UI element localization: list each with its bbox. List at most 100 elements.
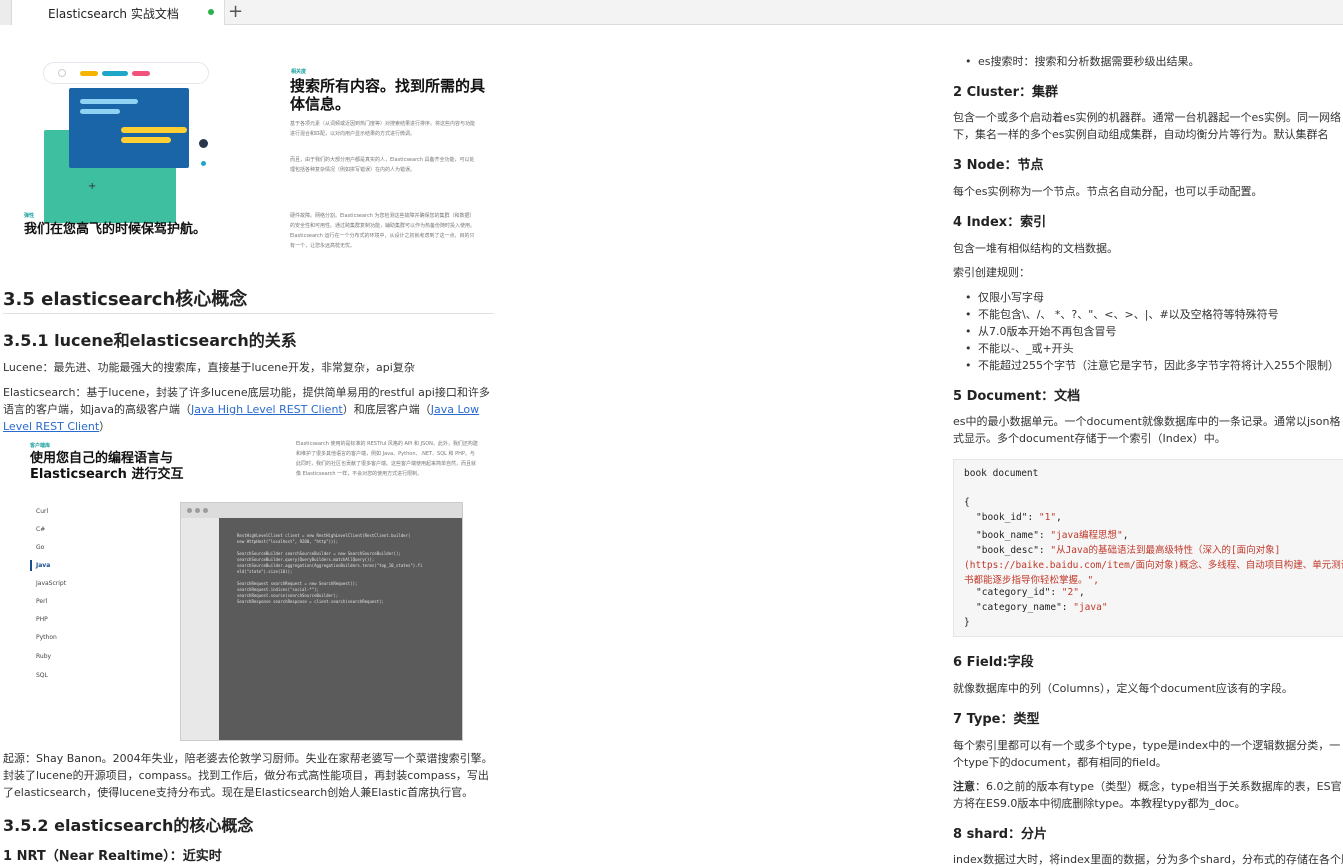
graphic-line: [80, 109, 120, 114]
tab-stub[interactable]: [0, 0, 12, 25]
language-item[interactable]: JavaScript: [36, 580, 66, 587]
para-cluster: 包含一个或多个启动着es实例的机器群。通常一台机器起一个es实例。同一网络下，集…: [953, 111, 1341, 141]
resilience-eyebrow: 弹性: [24, 213, 35, 219]
bullet-item: 不能超过255个字节（注意它是字节，因此多字节字符将计入255个限制）: [965, 358, 1339, 374]
illus-para-3: 硬件故障。网络分割。Elasticsearch 为您检测这些故障并确保您的集群（…: [290, 213, 476, 249]
bullet-item: 不能包含\、/、 *、?、"、<、>、|、#以及空格符等特殊符号: [965, 307, 1279, 323]
para-elasticsearch: Elasticsearch：基于lucene，封装了许多lucene底层功能，提…: [3, 384, 493, 435]
language-item[interactable]: SQL: [36, 672, 48, 679]
code-key: "book_desc":: [976, 545, 1051, 556]
code-key: "book_name":: [976, 530, 1051, 541]
heading-rule: [3, 313, 494, 314]
heading-index: 4 Index：索引: [953, 215, 1047, 230]
graphic-bar: [102, 71, 128, 76]
language-item[interactable]: Perl: [36, 598, 47, 605]
code-key: "category_id":: [976, 587, 1062, 598]
bullet-item: 不能以-、_或+开头: [965, 341, 1074, 357]
unsaved-dot-icon: [208, 9, 214, 15]
active-language-marker: [30, 560, 32, 571]
language-item[interactable]: PHP: [36, 616, 48, 623]
note-text: ：6.0之前的版本有type（类型）概念，type相当于关系数据库的表，ES官方…: [953, 780, 1342, 810]
para-lucene: Lucene：最先进、功能最强大的搜索库，直接基于lucene开发，非常复杂，a…: [3, 361, 415, 374]
tab-title: Elasticsearch 实战文档: [48, 7, 179, 21]
illus-title-search: 搜索所有内容。找到所需的具体信息。: [290, 77, 486, 113]
code-key: "category_name":: [976, 602, 1074, 613]
heading-nrt: 1 NRT（Near Realtime）：近实时: [3, 849, 222, 864]
code-string: "2": [1061, 587, 1079, 598]
para-text: ）: [99, 420, 111, 433]
note-label: 注意: [953, 780, 975, 793]
para-shard: index数据过大时，将index里面的数据，分为多个shard，分布式的存储在…: [953, 853, 1343, 866]
code-line: searchSourceBuilder.aggregation(Aggregat…: [237, 563, 423, 568]
graphic-bar: [132, 71, 150, 76]
search-circle-graphic: [58, 69, 66, 77]
code-key: "book_id":: [976, 512, 1039, 523]
heading-3-5-2: 3.5.2 elasticsearch的核心概念: [3, 816, 254, 835]
graphic-line: [121, 127, 187, 133]
code-string: (https://baike.baidu.com/item/面向对象)概念、多线…: [964, 560, 1343, 571]
code-window: RestHighLevelClient client = new RestHig…: [181, 503, 462, 740]
bullet-item: 仅限小写字母: [965, 290, 1044, 306]
code-line: eld("state").size(10));: [237, 569, 293, 574]
para-field: 就像数据库中的列（Columns），定义每个document应该有的字段。: [953, 682, 1293, 695]
graphic-dot: [199, 139, 208, 148]
illus-title-resilience: 我们在您高飞的时候保驾护航。: [24, 222, 207, 237]
code-line: SearchSourceBuilder searchSourceBuilder …: [237, 551, 401, 556]
para-document: es中的最小数据单元。一个document就像数据库中的一条记录。通常以json…: [953, 415, 1341, 445]
para-index-rules: 索引创建规则：: [953, 266, 1030, 279]
code-line: searchRequest.source(searchSourceBuilder…: [237, 593, 339, 598]
window-dot-icon: [195, 508, 200, 513]
heading-type: 7 Type：类型: [953, 712, 1040, 727]
code-string: "1": [1038, 512, 1057, 523]
heading-document: 5 Document：文档: [953, 389, 1081, 404]
code-line: "book_desc": "从Java的基础语法到最高级特性（深入的[面向对象]: [976, 542, 1280, 556]
code-line: "category_name": "java": [976, 602, 1108, 613]
code-line: searchRequest.indices("social-*");: [237, 587, 319, 592]
para-text: ）和底层客户端（: [342, 403, 431, 416]
heading-3-5-1: 3.5.1 lucene和elasticsearch的关系: [3, 331, 297, 350]
graphic-line: [121, 137, 171, 143]
language-item-active[interactable]: Java: [36, 562, 50, 569]
code-brace-close: }: [964, 617, 970, 628]
code-string: "java": [1073, 602, 1108, 613]
code-string: 书都能逐步指导你轻松掌握。",: [964, 575, 1099, 586]
code-line: SearchRequest searchRequest = new Search…: [237, 581, 358, 586]
code-line: new HttpHost("localhost", 9200, "http"))…: [237, 539, 339, 544]
language-item[interactable]: Curl: [36, 508, 48, 515]
code-label: book document: [964, 468, 1039, 479]
code-line: RestHighLevelClient client = new RestHig…: [237, 533, 411, 538]
tab-bar: Elasticsearch 实战文档 +: [0, 0, 1343, 25]
window-dot-icon: [187, 508, 192, 513]
language-item[interactable]: Go: [36, 544, 44, 551]
relevance-eyebrow: 相关度: [291, 69, 307, 75]
left-column: + 相关度 搜索所有内容。找到所需的具体信息。 基于各项元素（从词频或近因到热门…: [0, 25, 500, 866]
code-string: "从Java的基础语法到最高级特性（深入的[面向对象]: [1050, 545, 1281, 556]
para-type: 每个索引里都可以有一个或多个type，type是index中的一个逻辑数据分类，…: [953, 739, 1341, 769]
heading-node: 3 Node：节点: [953, 158, 1044, 173]
bullet-item: 从7.0版本开始不再包含冒号: [965, 324, 1116, 340]
add-tab-button[interactable]: +: [228, 1, 243, 23]
clients-eyebrow: 客户端库: [30, 443, 51, 449]
code-string: "java编程思想": [1050, 530, 1123, 541]
window-dot-icon: [203, 508, 208, 513]
illus-clients-desc: Elasticsearch 使用的是标准的 RESTful 风格的 API 和 …: [296, 441, 478, 477]
code-window-gutter: [181, 518, 219, 740]
para-origin: 起源：Shay Banon。2004年失业，陪老婆去伦敦学习厨师。失业在家帮老婆…: [3, 752, 493, 799]
code-line: SearchResponse searchResponse = client.s…: [237, 599, 384, 604]
heading-shard: 8 shard：分片: [953, 827, 1048, 842]
heading-field: 6 Field:字段: [953, 655, 1034, 670]
bullet-item: es搜索时：搜索和分析数据需要秒级出结果。: [965, 54, 1199, 70]
code-line: searchSourceBuilder.query(QueryBuilders.…: [237, 557, 375, 562]
code-block[interactable]: book document { "book_id": "1", "book_na…: [953, 459, 1343, 637]
graphic-bar: [80, 71, 98, 76]
para-index: 包含一堆有相似结构的文档数据。: [953, 242, 1118, 255]
link-high-level-client[interactable]: Java High Level REST Client: [191, 403, 343, 416]
para-note: 注意：6.0之前的版本有type（类型）概念，type相当于关系数据库的表，ES…: [953, 778, 1343, 812]
illus-title-clients: 使用您自己的编程语言与 Elasticsearch 进行交互: [30, 451, 184, 482]
language-item[interactable]: Python: [36, 634, 57, 641]
para-node: 每个es实例称为一个节点。节点名自动分配，也可以手动配置。: [953, 185, 1263, 198]
language-item[interactable]: Ruby: [36, 653, 51, 660]
document-tab[interactable]: Elasticsearch 实战文档: [12, 0, 225, 25]
language-item[interactable]: C#: [36, 526, 45, 533]
plus-icon: +: [88, 181, 97, 192]
